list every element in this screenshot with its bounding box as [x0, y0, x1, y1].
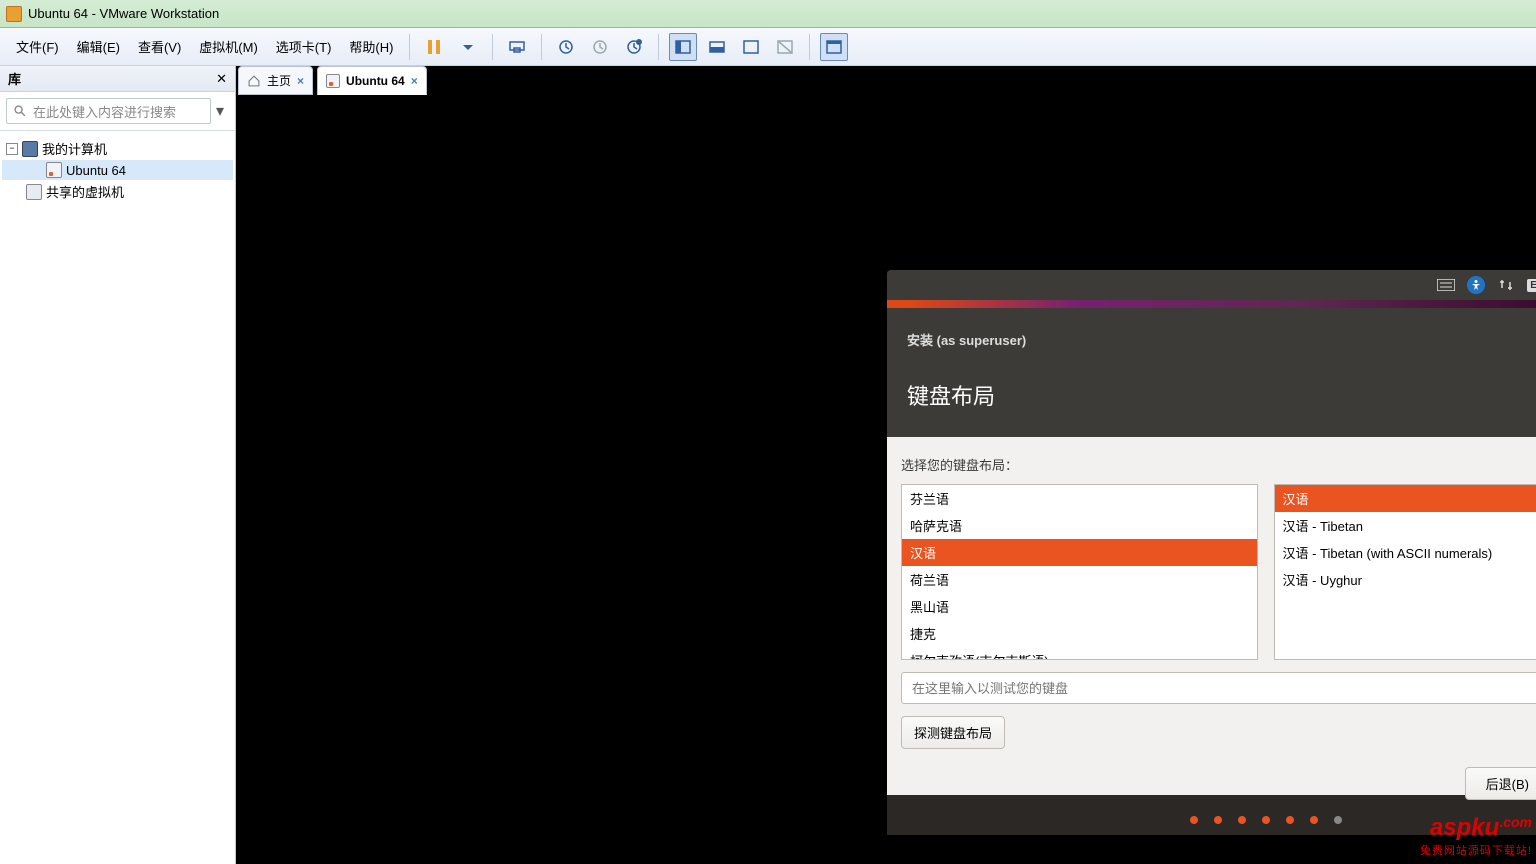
keyboard-lists: 芬兰语哈萨克语汉语荷兰语黑山语捷克柯尔克孜语(吉尔吉斯语) 汉语汉语 - Tib… — [901, 484, 1536, 660]
vm-icon — [46, 162, 62, 178]
separator — [409, 34, 410, 60]
monitor-icon — [22, 141, 38, 157]
titlebar: Ubuntu 64 - VMware Workstation — [0, 0, 1536, 28]
home-icon — [247, 74, 261, 88]
sidebar-search: 在此处键入内容进行搜索 ▾ — [0, 92, 235, 131]
list-item[interactable]: 芬兰语 — [902, 485, 1257, 512]
list-item[interactable]: 黑山语 — [902, 593, 1257, 620]
accessibility-icon[interactable] — [1467, 276, 1485, 294]
tab-close-icon[interactable]: × — [297, 74, 304, 88]
library-tree: − 我的计算机 Ubuntu 64 共享的虚拟机 — [0, 131, 235, 209]
tree-label: Ubuntu 64 — [66, 163, 126, 178]
app-icon — [6, 6, 22, 22]
back-button[interactable]: 后退(B) — [1465, 767, 1536, 800]
vm-icon — [326, 74, 340, 88]
tab-close-icon[interactable]: × — [411, 74, 418, 88]
tree-ubuntu64[interactable]: Ubuntu 64 — [2, 160, 233, 180]
vm-display-area: 主页 × Ubuntu 64 × En 安装 (as super — [236, 66, 1536, 864]
sidebar-close-button[interactable]: ✕ — [216, 71, 227, 87]
list-item[interactable]: 哈萨克语 — [902, 512, 1257, 539]
library-sidebar: 库 ✕ 在此处键入内容进行搜索 ▾ − 我的计算机 Ubuntu 64 — [0, 66, 236, 864]
progress-dot — [1238, 816, 1246, 824]
search-input[interactable]: 在此处键入内容进行搜索 — [6, 98, 211, 124]
guest-top-panel: En — [887, 270, 1536, 300]
ubuntu-installer-window: En 安装 (as superuser) 键盘布局 选择您的键盘布局： 芬兰语哈… — [887, 270, 1536, 835]
detect-keyboard-button[interactable]: 探测键盘布局 — [901, 716, 1005, 749]
watermark-brand: aspku — [1430, 814, 1499, 841]
send-ctrl-alt-del-button[interactable] — [503, 33, 531, 61]
list-item[interactable]: 柯尔克孜语(吉尔吉斯语) — [902, 647, 1257, 660]
tab-home[interactable]: 主页 × — [238, 66, 313, 95]
progress-dot — [1190, 816, 1198, 824]
list-item[interactable]: 荷兰语 — [902, 566, 1257, 593]
keyboard-layout-variant-list[interactable]: 汉语汉语 - Tibetan汉语 - Tibetan (with ASCII n… — [1274, 484, 1536, 660]
keyboard-test-input[interactable] — [901, 672, 1536, 704]
tabstrip: 主页 × Ubuntu 64 × — [238, 66, 427, 97]
header-stripe — [887, 300, 1536, 308]
view-console-button[interactable] — [669, 33, 697, 61]
tree-label: 共享的虚拟机 — [46, 182, 124, 201]
progress-dot — [1214, 816, 1222, 824]
pause-button[interactable] — [420, 33, 448, 61]
keyboard-layout-language-list[interactable]: 芬兰语哈萨克语汉语荷兰语黑山语捷克柯尔克孜语(吉尔吉斯语) — [901, 484, 1258, 660]
network-icon[interactable] — [1497, 276, 1515, 294]
search-dropdown-arrow[interactable]: ▾ — [211, 101, 229, 121]
unity-button[interactable] — [771, 33, 799, 61]
progress-dot — [1286, 816, 1294, 824]
tab-label: Ubuntu 64 — [346, 74, 405, 88]
menu-vm[interactable]: 虚拟机(M) — [191, 33, 266, 60]
menu-edit[interactable]: 编辑(E) — [69, 33, 128, 60]
view-stretch-button[interactable] — [703, 33, 731, 61]
watermark: aspku.com 免费网站源码下载站! — [1420, 814, 1532, 858]
sidebar-header: 库 ✕ — [0, 66, 235, 92]
window-title: Ubuntu 64 - VMware Workstation — [28, 6, 219, 21]
keyboard-prompt: 选择您的键盘布局： — [901, 455, 1536, 474]
collapse-toggle-icon[interactable]: − — [6, 143, 18, 155]
menu-tabs[interactable]: 选项卡(T) — [268, 33, 340, 60]
fullscreen-button[interactable] — [737, 33, 765, 61]
installer-body: 选择您的键盘布局： 芬兰语哈萨克语汉语荷兰语黑山语捷克柯尔克孜语(吉尔吉斯语) … — [887, 437, 1536, 795]
list-item[interactable]: 汉语 - Tibetan (with ASCII numerals) — [1275, 539, 1536, 566]
search-placeholder: 在此处键入内容进行搜索 — [33, 102, 176, 121]
list-item[interactable]: 捷克 — [902, 620, 1257, 647]
separator — [658, 34, 659, 60]
language-indicator[interactable]: En — [1527, 279, 1536, 292]
tree-label: 我的计算机 — [42, 139, 107, 158]
thumbnail-bar-button[interactable] — [820, 33, 848, 61]
list-item[interactable]: 汉语 - Uyghur — [1275, 566, 1536, 593]
progress-dot — [1262, 816, 1270, 824]
progress-dot — [1334, 816, 1342, 824]
menu-file[interactable]: 文件(F) — [8, 33, 67, 60]
watermark-tagline: 免费网站源码下载站! — [1420, 842, 1532, 858]
snapshot-manager-button[interactable] — [620, 33, 648, 61]
separator — [809, 34, 810, 60]
shared-icon — [26, 184, 42, 200]
separator — [492, 34, 493, 60]
menu-view[interactable]: 查看(V) — [130, 33, 189, 60]
dropdown-arrow-icon[interactable] — [454, 33, 482, 61]
tree-shared-vms[interactable]: 共享的虚拟机 — [2, 180, 233, 203]
list-item[interactable]: 汉语 — [1275, 485, 1536, 512]
snapshot-take-button[interactable] — [552, 33, 580, 61]
keyboard-indicator-icon[interactable] — [1437, 276, 1455, 294]
tab-ubuntu64[interactable]: Ubuntu 64 × — [317, 66, 427, 95]
snapshot-revert-button[interactable] — [586, 33, 614, 61]
tree-my-computer[interactable]: − 我的计算机 — [2, 137, 233, 160]
sidebar-title: 库 — [8, 69, 21, 88]
separator — [541, 34, 542, 60]
installer-title: 键盘布局 — [907, 379, 1536, 411]
search-icon — [13, 104, 27, 118]
tab-label: 主页 — [267, 72, 291, 89]
watermark-tld: .com — [1499, 814, 1532, 830]
list-item[interactable]: 汉语 - Tibetan — [1275, 512, 1536, 539]
menu-help[interactable]: 帮助(H) — [341, 33, 401, 60]
menubar: 文件(F) 编辑(E) 查看(V) 虚拟机(M) 选项卡(T) 帮助(H) — [0, 28, 1536, 66]
installer-subtitle: 安装 (as superuser) — [907, 330, 1536, 349]
list-item[interactable]: 汉语 — [902, 539, 1257, 566]
installer-header: 安装 (as superuser) 键盘布局 — [887, 308, 1536, 411]
progress-dot — [1310, 816, 1318, 824]
